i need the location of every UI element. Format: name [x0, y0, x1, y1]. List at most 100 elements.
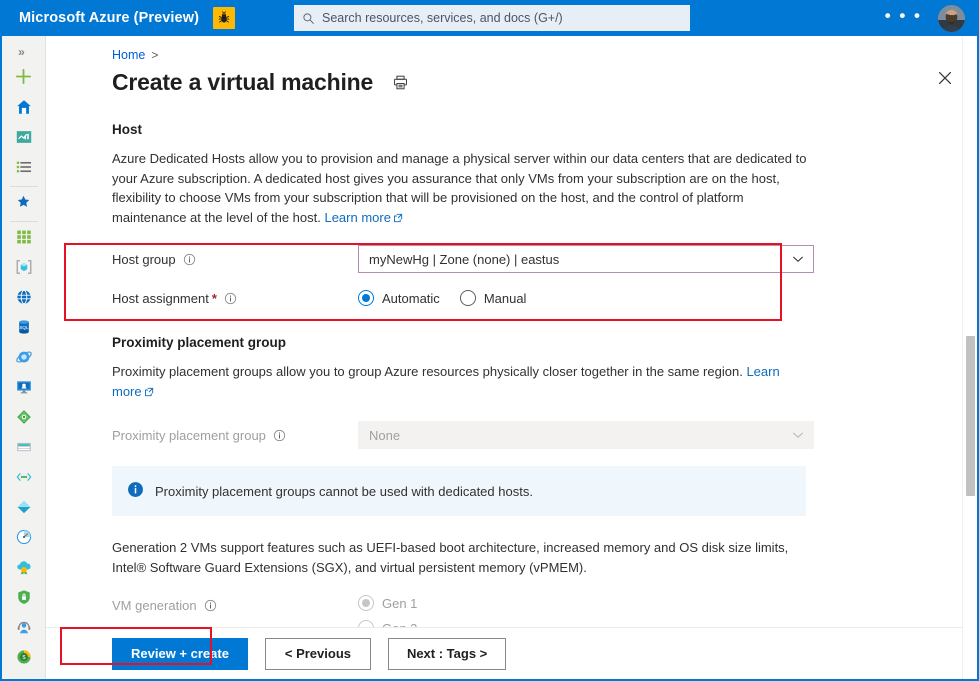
sidebar-item-create-resource[interactable]	[4, 64, 44, 94]
host-group-dropdown[interactable]: myNewHg | Zone (none) | eastus	[358, 245, 814, 273]
vm-generation-label: VM generation	[112, 595, 358, 613]
printer-icon[interactable]	[390, 72, 411, 93]
host-group-value: myNewHg | Zone (none) | eastus	[369, 251, 560, 267]
load-balancer-icon	[15, 408, 33, 431]
search-icon	[302, 12, 315, 25]
radio-label: Automatic	[382, 290, 440, 306]
info-icon[interactable]	[204, 599, 217, 612]
info-icon[interactable]	[273, 429, 286, 442]
info-icon[interactable]	[183, 253, 196, 266]
radio-selected-icon	[358, 290, 374, 306]
sidebar-item-advisor[interactable]	[4, 554, 44, 584]
gauge-icon	[15, 528, 33, 551]
header-actions: • • •	[883, 4, 977, 32]
sidebar-item-app-services[interactable]	[4, 284, 44, 314]
page-title: Create a virtual machine	[112, 69, 374, 95]
vm-generation-description: Generation 2 VMs support features such a…	[112, 540, 789, 575]
sidebar-item-monitor[interactable]	[4, 524, 44, 554]
radio-vm-generation-gen2: Gen 2	[358, 620, 417, 627]
sql-database-icon: SQL	[15, 318, 33, 341]
sidebar-item-resource-groups[interactable]	[4, 254, 44, 284]
close-icon[interactable]	[937, 70, 953, 90]
sidebar-item-cost-management[interactable]: $	[4, 644, 44, 674]
breadcrumb: Home >	[112, 48, 947, 62]
blade-footer: Review + create < Previous Next : Tags >	[46, 627, 977, 679]
diamond-icon	[15, 498, 33, 521]
support-agent-icon	[15, 618, 33, 641]
left-navigation-rail: » SQL $	[2, 36, 46, 679]
svg-text:SQL: SQL	[19, 324, 29, 329]
radio-host-assignment-manual[interactable]: Manual	[459, 290, 527, 306]
global-header: Microsoft Azure (Preview) Search resourc…	[2, 0, 977, 36]
azure-brand-title[interactable]: Microsoft Azure (Preview)	[2, 10, 199, 26]
vertical-scrollbar[interactable]	[962, 36, 977, 679]
bug-icon[interactable]	[213, 7, 236, 29]
host-assignment-row: Host assignment * Automatic Manual	[112, 283, 947, 313]
chevron-right-icon: >	[151, 48, 159, 62]
scrollbar-thumb[interactable]	[966, 336, 975, 496]
shield-icon	[15, 588, 33, 611]
sidebar-item-all-services[interactable]	[4, 154, 44, 184]
review-create-button[interactable]: Review + create	[112, 637, 248, 670]
sidebar-item-home[interactable]	[4, 94, 44, 124]
sidebar-item-help-support[interactable]	[4, 614, 44, 644]
create-vm-blade: Home > Create a virtual machine Host Azu…	[46, 36, 977, 679]
avatar[interactable]	[938, 4, 965, 32]
dashboard-icon	[15, 128, 33, 151]
next-tags-button[interactable]: Next : Tags >	[387, 637, 507, 670]
proximity-placement-group-dropdown: None	[358, 421, 814, 449]
search-input[interactable]	[322, 11, 682, 25]
sidebar-item-load-balancers[interactable]	[4, 404, 44, 434]
info-icon[interactable]	[224, 292, 237, 305]
sidebar-item-dashboard[interactable]	[4, 124, 44, 154]
breadcrumb-home-link[interactable]: Home	[112, 48, 145, 62]
proximity-section-description: Proximity placement groups allow you to …	[112, 362, 812, 402]
azure-portal-window: Microsoft Azure (Preview) Search resourc…	[0, 0, 979, 681]
previous-button[interactable]: < Previous	[264, 637, 371, 670]
external-link-icon	[393, 209, 403, 229]
cloud-advisor-icon	[15, 558, 33, 581]
portal-body: » SQL $ Home > Create a virtual machine …	[2, 36, 977, 679]
radio-unselected-icon	[459, 290, 476, 306]
sidebar-item-azure-active-directory[interactable]	[4, 494, 44, 524]
info-banner-text: Proximity placement groups cannot be use…	[155, 483, 533, 499]
info-icon	[127, 481, 144, 501]
info-banner: Proximity placement groups cannot be use…	[112, 466, 806, 516]
plus-icon	[14, 67, 33, 91]
proximity-placement-group-row: Proximity placement group None	[112, 420, 947, 450]
cosmos-db-icon	[15, 348, 33, 371]
sidebar-item-security-center[interactable]	[4, 584, 44, 614]
sidebar-item-storage-accounts[interactable]	[4, 434, 44, 464]
sidebar-item-all-resources[interactable]	[4, 224, 44, 254]
sidebar-item-favorites[interactable]	[4, 189, 44, 219]
radio-label: Manual	[483, 290, 527, 306]
storage-icon	[15, 438, 33, 461]
external-link-icon	[144, 383, 154, 403]
sidebar-item-azure-cosmos-db[interactable]	[4, 344, 44, 374]
more-menu-button[interactable]: • • •	[883, 5, 924, 32]
chevron-down-icon	[791, 252, 805, 266]
host-learn-more-link[interactable]: Learn more	[324, 210, 390, 225]
radio-unselected-icon	[358, 620, 374, 627]
sidebar-item-virtual-networks[interactable]	[4, 464, 44, 494]
proximity-section-heading: Proximity placement group	[112, 335, 287, 350]
radio-host-assignment-automatic[interactable]: Automatic	[358, 290, 440, 306]
sidebar-item-virtual-machines[interactable]	[4, 374, 44, 404]
rail-divider	[9, 221, 38, 222]
host-group-row: Host group myNewHg | Zone (none) | eastu…	[112, 244, 947, 274]
blade-content-scroll: Home > Create a virtual machine Host Azu…	[46, 36, 977, 627]
radio-label: Gen 1	[382, 595, 418, 611]
global-search[interactable]	[294, 5, 690, 31]
chevron-down-icon	[791, 428, 805, 442]
vm-generation-radio-group: Gen 1 Gen 2	[358, 595, 417, 627]
star-icon	[15, 193, 32, 215]
host-group-label: Host group	[112, 252, 358, 267]
radio-selected-icon	[358, 595, 374, 611]
sidebar-item-sql-databases[interactable]: SQL	[4, 314, 44, 344]
collapse-rail-button[interactable]: »	[2, 40, 45, 64]
host-assignment-label: Host assignment *	[112, 291, 358, 306]
required-asterisk: *	[211, 290, 217, 306]
globe-icon	[15, 288, 33, 311]
cost-management-icon: $	[15, 648, 33, 671]
rail-divider	[9, 186, 38, 187]
